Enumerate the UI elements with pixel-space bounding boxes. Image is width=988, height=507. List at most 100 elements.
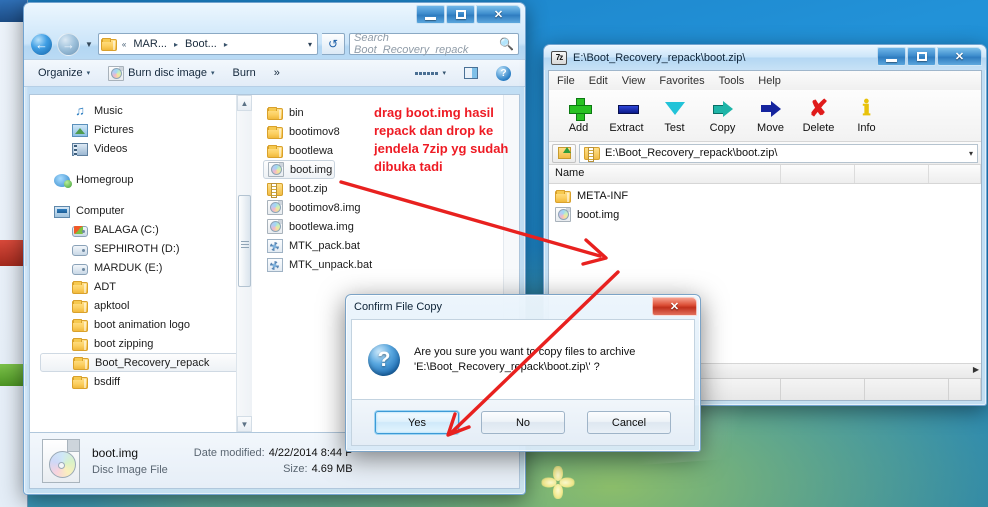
dialog-window-controls[interactable]: ✕ bbox=[651, 297, 697, 316]
toolbar-overflow-button[interactable]: » bbox=[268, 64, 286, 82]
nav-item-drive-c[interactable]: BALAGA (C:) bbox=[30, 220, 252, 239]
menu-tools[interactable]: Tools bbox=[719, 75, 745, 87]
menu-file[interactable]: File bbox=[557, 75, 575, 87]
burn-button[interactable]: Burn bbox=[227, 64, 262, 82]
no-button[interactable]: No bbox=[481, 411, 565, 434]
breadcrumb-dropdown-icon[interactable]: ▾ bbox=[308, 40, 315, 49]
minimize-button[interactable] bbox=[877, 47, 906, 66]
column-header-4[interactable] bbox=[929, 165, 981, 183]
file-item-mtk-pack-bat[interactable]: MTK_pack.bat bbox=[263, 236, 519, 255]
menu-favorites[interactable]: Favorites bbox=[659, 75, 704, 87]
info-button[interactable]: ℹ Info bbox=[843, 92, 890, 141]
dialog-message-line-1: Are you sure you want to copy files to a… bbox=[414, 345, 636, 358]
menu-view[interactable]: View bbox=[622, 75, 646, 87]
scrollbar-thumb[interactable] bbox=[238, 195, 251, 287]
file-item-bootimov8-img[interactable]: bootimov8.img bbox=[263, 198, 519, 217]
nav-item-pictures[interactable]: Pictures bbox=[30, 120, 252, 139]
scroll-down-arrow-icon[interactable]: ▼ bbox=[237, 416, 252, 432]
dialog-close-button[interactable]: ✕ bbox=[652, 297, 697, 316]
annotation-line-2: repack dan drop ke bbox=[374, 123, 494, 138]
breadcrumb-overflow[interactable]: « bbox=[120, 39, 128, 50]
chevron-down-icon[interactable]: ▼ bbox=[84, 40, 94, 49]
file-item-boot-img[interactable]: boot.img bbox=[263, 160, 335, 179]
file-name: bootimov8 bbox=[289, 125, 340, 138]
close-button[interactable]: ✕ bbox=[937, 47, 982, 66]
confirm-file-copy-dialog[interactable]: Confirm File Copy ✕ ? Are you sure you w… bbox=[345, 294, 701, 452]
archive-item-boot-img[interactable]: boot.img bbox=[549, 205, 981, 224]
sevenzip-titlebar[interactable]: 7z E:\Boot_Recovery_repack\boot.zip\ ✕ bbox=[544, 45, 986, 70]
nav-item-homegroup[interactable]: Homegroup bbox=[30, 170, 252, 189]
breadcrumb-separator[interactable]: ▸ bbox=[172, 39, 180, 50]
move-button[interactable]: Move bbox=[747, 92, 794, 141]
refresh-icon[interactable]: ↺ bbox=[322, 33, 345, 55]
chevron-down-icon[interactable]: ▾ bbox=[969, 149, 973, 158]
burn-disc-image-button[interactable]: Burn disc image ▾ bbox=[102, 63, 220, 84]
file-name: bootimov8.img bbox=[289, 201, 361, 214]
forward-arrow-icon[interactable]: → bbox=[57, 32, 80, 56]
preview-pane-button[interactable] bbox=[458, 64, 484, 82]
add-button[interactable]: Add bbox=[555, 92, 602, 141]
explorer-titlebar[interactable]: ✕ bbox=[24, 3, 525, 29]
folder-icon bbox=[267, 125, 283, 139]
maximize-button[interactable] bbox=[907, 47, 936, 66]
back-arrow-icon[interactable]: ← bbox=[30, 32, 53, 56]
sevenzip-window-controls[interactable]: ✕ bbox=[876, 47, 982, 66]
annotation-line-1: drag boot.img hasil bbox=[374, 105, 494, 120]
nav-item-adt[interactable]: ADT bbox=[30, 277, 252, 296]
maximize-button[interactable] bbox=[446, 5, 475, 24]
column-header-name[interactable]: Name bbox=[549, 165, 781, 183]
up-one-level-button[interactable] bbox=[552, 143, 576, 163]
delete-button[interactable]: ✘ Delete bbox=[795, 92, 842, 141]
file-item-boot-zip[interactable]: boot.zip bbox=[263, 179, 519, 198]
nav-item-boot-recovery-repack[interactable]: Boot_Recovery_repack bbox=[40, 353, 246, 372]
menu-edit[interactable]: Edit bbox=[589, 75, 608, 87]
add-label: Add bbox=[568, 122, 589, 134]
status-panel-2 bbox=[781, 379, 865, 400]
batch-file-icon bbox=[267, 238, 283, 253]
nav-item-boot-zipping[interactable]: boot zipping bbox=[30, 334, 252, 353]
nav-item-videos[interactable]: Videos bbox=[30, 139, 252, 158]
organize-button[interactable]: Organize ▾ bbox=[32, 64, 96, 82]
sevenzip-path-input[interactable]: E:\Boot_Recovery_repack\boot.zip\ ▾ bbox=[579, 143, 978, 163]
file-item-mtk-unpack-bat[interactable]: MTK_unpack.bat bbox=[263, 255, 519, 274]
nav-item-boot-animation-logo[interactable]: boot animation logo bbox=[30, 315, 252, 334]
navigation-pane-scrollbar[interactable]: ▲ ▼ bbox=[236, 95, 252, 432]
dialog-message: Are you sure you want to copy files to a… bbox=[414, 345, 635, 375]
scroll-up-arrow-icon[interactable]: ▲ bbox=[237, 95, 252, 111]
yes-button[interactable]: Yes bbox=[375, 411, 459, 434]
search-input[interactable]: Search Boot_Recovery_repack 🔍 bbox=[349, 32, 519, 56]
cancel-button[interactable]: Cancel bbox=[587, 411, 671, 434]
nav-item-label: ADT bbox=[94, 280, 116, 293]
scroll-right-arrow-icon[interactable]: ▶ bbox=[973, 365, 979, 374]
column-header-3[interactable] bbox=[855, 165, 929, 183]
add-icon bbox=[567, 96, 592, 121]
breadcrumb-separator[interactable]: ▸ bbox=[222, 39, 230, 50]
view-layout-button[interactable]: ▾ bbox=[409, 66, 452, 80]
help-button[interactable]: ? bbox=[490, 63, 517, 84]
nav-item-drive-d[interactable]: SEPHIROTH (D:) bbox=[30, 239, 252, 258]
details-file-type: Disc Image File bbox=[92, 463, 168, 476]
close-button[interactable]: ✕ bbox=[476, 5, 521, 24]
windows-drive-icon bbox=[72, 225, 88, 237]
minimize-button[interactable] bbox=[416, 5, 445, 24]
nav-item-bsdiff[interactable]: bsdiff bbox=[30, 372, 252, 391]
file-item-bootlewa-img[interactable]: bootlewa.img bbox=[263, 217, 519, 236]
extract-button[interactable]: Extract bbox=[603, 92, 650, 141]
explorer-window-controls[interactable]: ✕ bbox=[415, 5, 521, 24]
drive-icon bbox=[72, 244, 88, 256]
test-button[interactable]: Test bbox=[651, 92, 698, 141]
column-header-2[interactable] bbox=[781, 165, 855, 183]
nav-item-drive-e[interactable]: MARDUK (E:) bbox=[30, 258, 252, 277]
nav-item-label: Music bbox=[94, 104, 123, 117]
nav-item-music[interactable]: ♫ Music bbox=[30, 101, 252, 120]
navigation-pane[interactable]: ♫ Music Pictures Videos Homegroup Comput… bbox=[30, 95, 252, 432]
nav-item-apktool[interactable]: apktool bbox=[30, 296, 252, 315]
copy-button[interactable]: Copy bbox=[699, 92, 746, 141]
menu-help[interactable]: Help bbox=[758, 75, 781, 87]
address-breadcrumb-bar[interactable]: « MAR... ▸ Boot... ▸ ▾ bbox=[97, 33, 318, 55]
breadcrumb-item-folder[interactable]: Boot... bbox=[183, 37, 219, 51]
nav-item-computer[interactable]: Computer bbox=[30, 201, 252, 220]
archive-item-meta-inf[interactable]: META-INF bbox=[549, 186, 981, 205]
dialog-titlebar[interactable]: Confirm File Copy ✕ bbox=[346, 295, 700, 319]
breadcrumb-item-drive[interactable]: MAR... bbox=[131, 37, 169, 51]
